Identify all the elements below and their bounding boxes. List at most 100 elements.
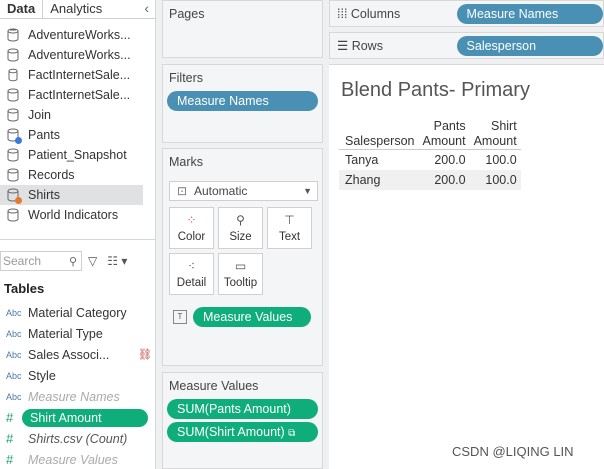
datasource-item-selected[interactable]: Shirts xyxy=(0,185,143,205)
datasource-item[interactable]: FactInternetSale... xyxy=(0,65,155,85)
datasource-item[interactable]: Pants xyxy=(0,125,155,145)
rows-shelf[interactable]: ☰ Rows Salesperson xyxy=(329,32,604,59)
datasource-icon xyxy=(6,148,20,162)
datasource-item[interactable]: Join xyxy=(0,105,155,125)
measure-values-pill[interactable]: Measure Values xyxy=(193,307,311,327)
datasource-icon xyxy=(6,168,20,182)
datasource-item[interactable]: World Indicators xyxy=(0,205,155,225)
text-icon: ⊤ xyxy=(284,213,295,227)
data-pane: Data Analytics ‹ AdventureWorks... Adven… xyxy=(0,0,156,469)
field-list: Abc Material Category Abc Material Type Ab… xyxy=(0,302,155,469)
watermark: CSDN @LIQING LIN xyxy=(452,444,574,459)
field-label: Measure Names xyxy=(28,389,120,404)
field-item-selected[interactable]: # Shirt Amount xyxy=(0,407,155,428)
field-item[interactable]: Abc Material Type xyxy=(0,323,155,344)
datasource-item[interactable]: AdventureWorks... xyxy=(0,45,155,65)
detail-button[interactable]: ⁖ Detail xyxy=(169,253,214,295)
columns-label-text: Columns xyxy=(350,6,401,21)
string-type-icon: Abc xyxy=(6,328,22,339)
tooltip-button[interactable]: ▭ Tooltip xyxy=(218,253,263,295)
datasource-item[interactable]: Records xyxy=(0,165,155,185)
field-label: Style xyxy=(28,368,56,383)
search-input[interactable]: Search ⚲ xyxy=(0,251,82,271)
filters-card[interactable]: Filters Measure Names xyxy=(162,64,323,143)
tab-data[interactable]: Data xyxy=(0,0,44,18)
marks-measure-values-row: T Measure Values xyxy=(163,295,322,327)
datasource-label: Shirts xyxy=(28,188,60,202)
datasource-item[interactable]: FactInternetSale... xyxy=(0,85,155,105)
datasource-label: AdventureWorks... xyxy=(28,48,131,62)
header-pants-amount[interactable]: Pants Amount xyxy=(419,119,470,150)
text-button[interactable]: ⊤ Text xyxy=(267,207,312,249)
secondary-datasource-icon xyxy=(6,188,22,204)
columns-label: ⁞⁞⁞ Columns xyxy=(330,7,457,21)
detail-icon: ⁖ xyxy=(187,259,196,273)
datasource-label: Records xyxy=(28,168,75,182)
pages-card[interactable]: Pages xyxy=(162,0,323,58)
header-salesperson[interactable]: Salesperson xyxy=(339,119,419,150)
field-item[interactable]: Abc Style xyxy=(0,365,155,386)
filter-pill-measure-names[interactable]: Measure Names xyxy=(167,91,318,111)
measure-values-title: Measure Values xyxy=(169,379,259,393)
mark-type-dropdown[interactable]: ⊡ Automatic ▼ xyxy=(169,181,318,201)
filter-icon[interactable]: ▽ xyxy=(88,254,97,268)
field-label: Shirts.csv (Count) xyxy=(28,431,128,446)
columns-pill-measure-names[interactable]: Measure Names xyxy=(456,3,603,24)
measure-values-card: Measure Values SUM(Pants Amount) SUM(Shi… xyxy=(162,372,323,469)
sum-shirt-amount-label: SUM(Shirt Amount) xyxy=(177,425,285,439)
datasource-item[interactable]: Patient_Snapshot xyxy=(0,145,155,165)
string-type-icon: Abc xyxy=(6,370,22,381)
pane-divider[interactable] xyxy=(0,239,155,240)
tab-analytics[interactable]: Analytics xyxy=(43,0,109,18)
rows-icon: ☰ xyxy=(337,39,349,53)
pane-tabs: Data Analytics ‹ xyxy=(0,0,155,19)
header-shirt-line2: Amount xyxy=(473,134,517,148)
worksheet-title[interactable]: Blend Pants- Primary xyxy=(341,79,530,102)
datasource-label: Pants xyxy=(28,128,60,142)
header-shirt-amount[interactable]: Shirt Amount xyxy=(470,119,521,150)
field-item[interactable]: Abc Sales Associ... ⛓ xyxy=(0,344,155,365)
datasource-item[interactable]: AdventureWorks... xyxy=(0,25,155,45)
rows-label-text: Rows xyxy=(351,39,383,53)
rows-label: ☰ Rows xyxy=(330,38,457,53)
sum-shirt-amount-pill[interactable]: SUM(Shirt Amount) ⧉ xyxy=(167,422,318,442)
columns-shelf[interactable]: ⁞⁞⁞ Columns Measure Names xyxy=(329,0,604,27)
field-item[interactable]: # Measure Values xyxy=(0,449,155,469)
mark-type-value: Automatic xyxy=(194,184,248,198)
cell-salesperson: Tanya xyxy=(345,152,379,167)
rows-pill-salesperson[interactable]: Salesperson xyxy=(456,35,603,56)
size-icon: ⚲ xyxy=(236,213,245,227)
columns-icon: ⁞⁞⁞ xyxy=(337,6,348,21)
worksheet-view[interactable]: Blend Pants- Primary Salesperson Pants Am… xyxy=(329,64,604,469)
text-mark-icon: T xyxy=(173,310,187,324)
field-label: Material Category xyxy=(28,305,127,320)
cell-salesperson: Zhang xyxy=(345,172,381,187)
table-row[interactable]: Tanya 200.0 100.0 xyxy=(339,150,521,170)
filters-title: Filters xyxy=(169,71,204,85)
datasource-icon xyxy=(6,48,20,62)
cell-shirt: 100.0 xyxy=(485,172,517,187)
view-options-icon[interactable]: ☷ ▾ xyxy=(107,254,127,268)
field-item[interactable]: Abc Measure Names xyxy=(0,386,155,407)
sum-pants-amount-pill[interactable]: SUM(Pants Amount) xyxy=(167,399,318,419)
size-button[interactable]: ⚲ Size xyxy=(218,207,263,249)
field-item[interactable]: Abc Material Category xyxy=(0,302,155,323)
size-label: Size xyxy=(229,231,252,243)
table-header-row: Salesperson Pants Amount Shirt Amount xyxy=(339,119,521,150)
datasource-icon xyxy=(6,208,20,222)
blend-link-icon[interactable]: ⛓ xyxy=(138,348,152,361)
table-row[interactable]: Zhang 200.0 100.0 xyxy=(339,169,521,190)
collapse-icon[interactable]: ‹ xyxy=(138,0,155,18)
datasource-icon xyxy=(6,88,20,102)
field-label: Sales Associ... xyxy=(28,347,110,362)
cell-shirt: 100.0 xyxy=(485,152,517,167)
pages-title: Pages xyxy=(169,7,205,21)
field-label: Material Type xyxy=(28,326,103,341)
cell-pants: 200.0 xyxy=(434,152,466,167)
database-icon xyxy=(6,68,20,82)
field-item[interactable]: # Shirts.csv (Count) xyxy=(0,428,155,449)
color-button[interactable]: ⁘ Color xyxy=(169,207,214,249)
detail-label: Detail xyxy=(176,277,207,289)
chevron-down-icon: ▼ xyxy=(303,186,312,196)
search-icon: ⚲ xyxy=(68,255,77,268)
